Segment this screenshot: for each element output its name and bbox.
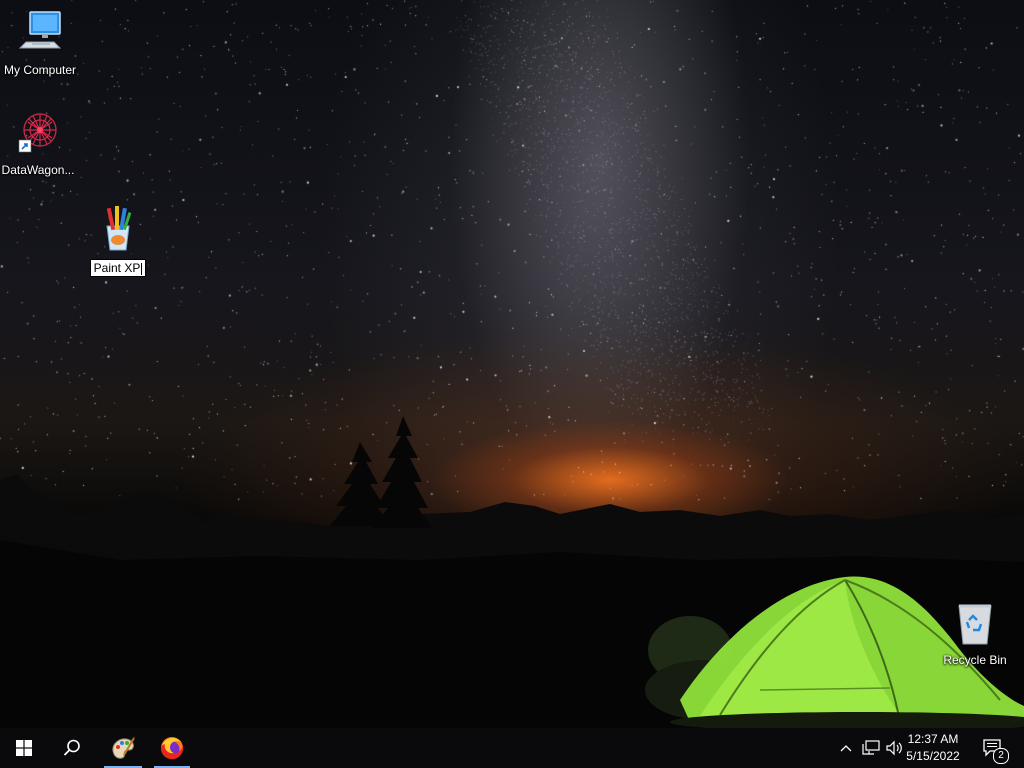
show-desktop-button[interactable] xyxy=(1018,728,1024,768)
computer-icon xyxy=(18,11,62,49)
desktop-icon-datawagon[interactable]: DataWagon... xyxy=(0,106,78,177)
datawagon-icon xyxy=(18,113,57,153)
taskbar-app-firefox[interactable] xyxy=(152,728,192,768)
clock-time: 12:37 AM xyxy=(907,732,959,746)
network-button[interactable] xyxy=(860,728,882,768)
desktop-icon-my-computer[interactable]: My Computer xyxy=(0,8,80,77)
taskbar-app-paint-xp[interactable] xyxy=(102,728,144,768)
rename-text-field[interactable]: Paint XP xyxy=(89,259,147,277)
desktop-icon-recycle-bin[interactable]: Recycle Bin xyxy=(935,600,1015,667)
clock-date: 5/15/2022 xyxy=(906,749,960,763)
firefox-icon xyxy=(161,737,184,760)
search-icon xyxy=(63,739,80,756)
desktop-icon-label: DataWagon... xyxy=(1,163,75,177)
notifications-button[interactable]: 2 xyxy=(978,728,1009,768)
chevron-up-icon xyxy=(840,745,852,752)
taskbar: 12:37 AM 5/15/2022 2 xyxy=(0,728,1024,768)
landscape-silhouette xyxy=(0,416,1024,728)
start-button[interactable] xyxy=(0,728,48,768)
desktop-icon-label: Recycle Bin xyxy=(943,653,1007,667)
recycle-bin-icon xyxy=(958,604,992,645)
search-button[interactable] xyxy=(48,728,96,768)
notification-count-badge: 2 xyxy=(993,748,1009,764)
desktop-wallpaper: My Computer DataWagon... Paint XP Recycl… xyxy=(0,0,1024,728)
text-caret xyxy=(141,262,143,275)
paint-xp-icon xyxy=(112,736,135,759)
paint-xp-icon xyxy=(106,206,132,251)
desktop-icon-label: My Computer xyxy=(3,63,77,77)
desktop-icon-paint-xp[interactable]: Paint XP xyxy=(78,204,158,277)
start-windows-icon xyxy=(16,740,32,756)
network-icon xyxy=(862,740,880,755)
show-hidden-icons-button[interactable] xyxy=(836,728,856,768)
clock[interactable]: 12:37 AM 5/15/2022 xyxy=(900,731,966,765)
